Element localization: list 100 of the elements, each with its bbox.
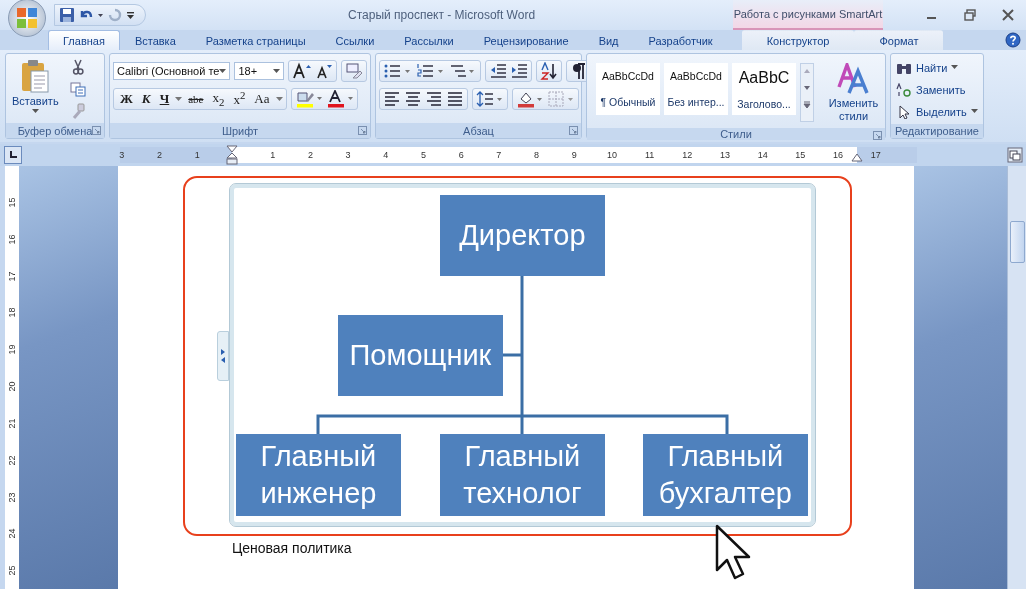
grow-font-icon[interactable] bbox=[292, 62, 312, 80]
pilcrow-icon[interactable] bbox=[570, 62, 588, 80]
font-style-button[interactable]: x$_{2}$ bbox=[209, 90, 228, 108]
shading-icon[interactable] bbox=[516, 90, 544, 108]
style-item[interactable]: AaBbCcDd Без интер... bbox=[664, 63, 728, 115]
org-chart-node[interactable]: Главный инженер bbox=[235, 434, 401, 516]
font-color-icon[interactable] bbox=[325, 90, 354, 108]
ruler-number: 9 bbox=[571, 150, 577, 160]
arrows-icon bbox=[219, 348, 226, 364]
ruler-number: 23 bbox=[6, 491, 18, 502]
style-item[interactable]: AaBbC Заголово... bbox=[732, 63, 796, 115]
save-icon[interactable] bbox=[59, 7, 75, 23]
replace-icon bbox=[896, 82, 912, 97]
line-spacing-icon[interactable] bbox=[476, 90, 504, 108]
paste-button[interactable]: Вставить bbox=[9, 57, 62, 120]
change-styles-button[interactable]: Изменить стили bbox=[825, 57, 882, 125]
ribbon-tab[interactable]: Ссылки bbox=[320, 30, 390, 50]
ruler-number: 15 bbox=[6, 197, 18, 208]
window-title: Старый проспект - Microsoft Word bbox=[348, 8, 536, 22]
org-chart-node[interactable]: Главный технолог bbox=[439, 434, 605, 516]
close-icon[interactable] bbox=[1002, 9, 1014, 21]
caret-icon bbox=[219, 68, 227, 74]
justify-icon[interactable] bbox=[446, 90, 464, 108]
font-style-button[interactable]: Ж bbox=[117, 91, 136, 107]
dropdown-icon[interactable] bbox=[275, 96, 283, 102]
dropdown-icon[interactable] bbox=[175, 96, 183, 102]
font-size-field[interactable]: 18+ bbox=[234, 62, 284, 80]
ribbon-tab[interactable]: Разметка страницы bbox=[190, 30, 321, 50]
ruler-number: 22 bbox=[6, 455, 18, 466]
align-right-icon[interactable] bbox=[425, 90, 443, 108]
group-label: Буфер обмена bbox=[17, 124, 93, 137]
office-button[interactable] bbox=[8, 0, 46, 37]
ruler-number: 6 bbox=[458, 150, 464, 160]
ribbon-tab[interactable]: Рассылки bbox=[389, 30, 469, 50]
ribbon-tab[interactable]: Формат bbox=[854, 30, 944, 50]
ruler-number: 21 bbox=[6, 418, 18, 429]
editing-command[interactable]: Выделить bbox=[894, 102, 980, 121]
ruler-number: 16 bbox=[6, 234, 18, 245]
document-text: Ценовая политика bbox=[231, 540, 352, 556]
tab-selector[interactable] bbox=[4, 146, 22, 164]
ruler-number: 15 bbox=[795, 150, 806, 160]
org-chart-node[interactable]: Директор bbox=[439, 195, 605, 276]
group-label: Стили bbox=[720, 128, 752, 140]
org-chart-node[interactable]: Помощник bbox=[337, 315, 503, 396]
org-chart-node[interactable]: Главный бухгалтер bbox=[642, 434, 808, 516]
style-item[interactable]: AaBbCcDd ¶ Обычный bbox=[596, 63, 660, 115]
ruler-number: 4 bbox=[383, 150, 389, 160]
ribbon-tab[interactable]: Главная bbox=[48, 30, 120, 50]
font-style-button[interactable]: Aa bbox=[251, 91, 273, 107]
mouse-pointer-icon bbox=[714, 524, 751, 580]
ruler-number: 19 bbox=[6, 344, 18, 355]
ruler-number: 17 bbox=[6, 271, 18, 282]
ruler-number: 14 bbox=[757, 150, 768, 160]
decrease-indent-icon[interactable] bbox=[489, 62, 507, 80]
font-style-button[interactable]: abe bbox=[185, 93, 207, 105]
font-style-button[interactable]: К bbox=[138, 91, 154, 107]
smartart-frame[interactable] bbox=[229, 184, 815, 526]
ruler-number: 7 bbox=[496, 150, 502, 160]
right-indent-marker-icon[interactable] bbox=[851, 152, 863, 162]
pointer-icon bbox=[896, 104, 912, 119]
restore-icon[interactable] bbox=[964, 9, 976, 21]
ruler-number: 17 bbox=[870, 150, 881, 160]
scroll-thumb[interactable] bbox=[1010, 221, 1025, 263]
ruler-number: 2 bbox=[307, 150, 313, 160]
ribbon-tab[interactable]: Вид bbox=[583, 30, 634, 50]
align-center-icon[interactable] bbox=[404, 90, 422, 108]
tab-stop-icon bbox=[8, 150, 18, 160]
text-pane-handle[interactable] bbox=[216, 331, 229, 381]
indent-marker-icon[interactable] bbox=[226, 145, 238, 165]
align-left-icon[interactable] bbox=[383, 90, 401, 108]
copy-icon[interactable] bbox=[69, 81, 86, 97]
sort-icon[interactable] bbox=[540, 62, 558, 80]
ribbon-tab[interactable]: Разработчик bbox=[633, 30, 728, 50]
ruler-toggle-icon[interactable] bbox=[1007, 147, 1023, 163]
shrink-font-icon[interactable] bbox=[315, 62, 333, 80]
ruler-number: 12 bbox=[682, 150, 693, 160]
bullets-icon[interactable] bbox=[383, 62, 413, 80]
ruler-number: 13 bbox=[719, 150, 730, 160]
font-style-button[interactable]: Ч bbox=[156, 91, 173, 107]
styles-letters-icon bbox=[836, 63, 871, 95]
ruler-number: 1 bbox=[270, 150, 276, 160]
caret-icon bbox=[31, 109, 39, 114]
ribbon-tab[interactable]: Рецензирование bbox=[468, 30, 584, 50]
editing-command[interactable]: Заменить bbox=[894, 80, 980, 99]
font-name-field[interactable]: Calibri (Основной те bbox=[113, 62, 231, 80]
ruler-number: 11 bbox=[644, 150, 655, 160]
increase-indent-icon[interactable] bbox=[510, 62, 528, 80]
font-style-button[interactable]: x$^{2}$ bbox=[230, 89, 249, 109]
ruler-number: 5 bbox=[420, 150, 426, 160]
editing-command[interactable]: Найти bbox=[894, 58, 980, 77]
numbering-icon[interactable] bbox=[416, 62, 446, 80]
ruler-number: 10 bbox=[606, 150, 617, 160]
ruler-number: 16 bbox=[833, 150, 843, 160]
ribbon-tab[interactable]: Конструктор bbox=[741, 30, 855, 50]
clear-formatting-icon[interactable] bbox=[345, 62, 363, 80]
group-label: Редактирование bbox=[895, 125, 979, 137]
help-icon[interactable] bbox=[1005, 32, 1021, 48]
ruler-number: 24 bbox=[6, 528, 18, 539]
ribbon-tab[interactable]: Вставка bbox=[119, 30, 191, 50]
multilevel-list-icon[interactable] bbox=[449, 62, 477, 80]
